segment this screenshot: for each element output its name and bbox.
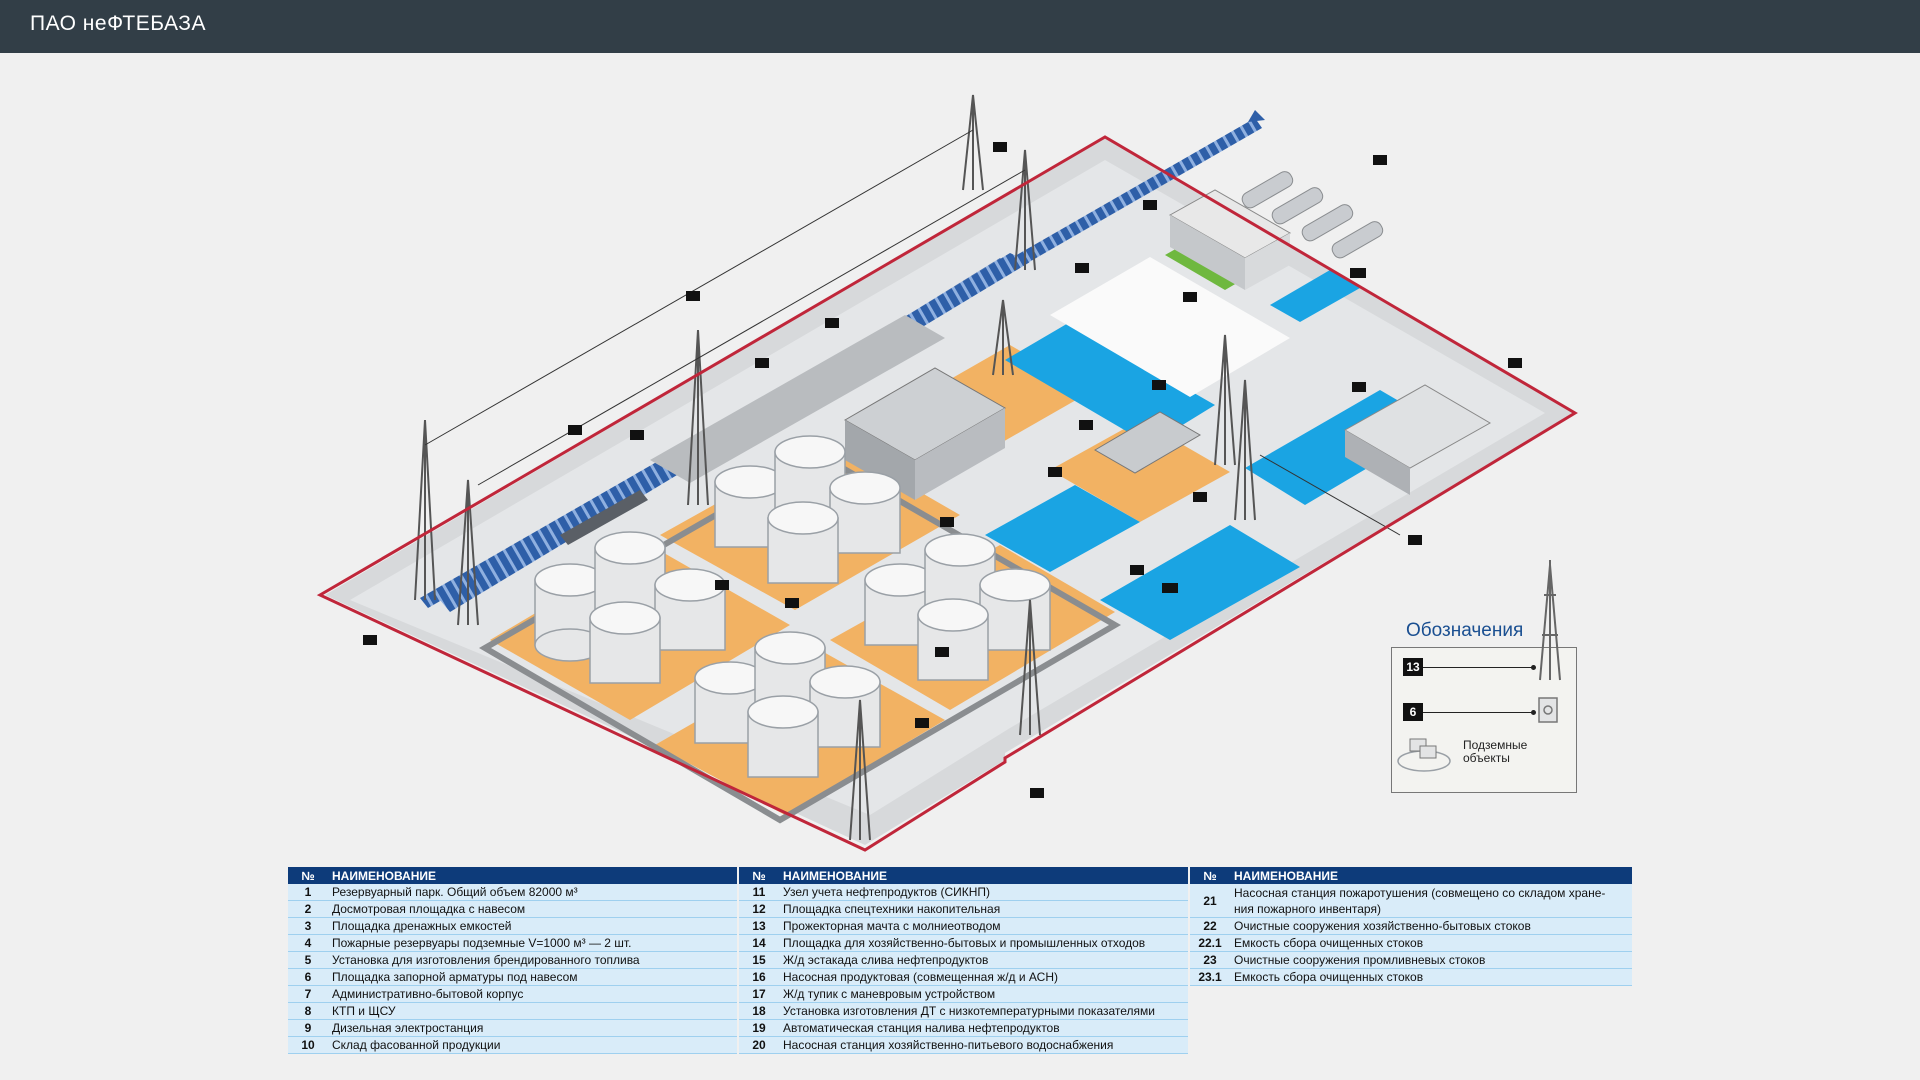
table-row: 12 Площадка спецтехники накопительная	[739, 900, 1188, 918]
table-row: 23 Очистные сооружения промливневых стоко…	[1190, 951, 1632, 969]
railway-arrow	[1248, 110, 1265, 122]
col-no-header: №	[739, 867, 779, 884]
legend-badge-mast: 13	[1403, 658, 1423, 676]
table-row: 16 Насосная продуктовая (совмещенная ж/д …	[739, 968, 1188, 986]
table-row: 15 Ж/д эстакада слива нефтепродуктов	[739, 951, 1188, 969]
table-row: 7 Административно-бытовой корпус	[288, 985, 737, 1003]
table-row: 14 Площадка для хозяйственно-бытовых и пр…	[739, 934, 1188, 952]
col-name-header: НАИМЕНОВАНИЕ	[328, 867, 737, 884]
legend-badge-valve: 6	[1403, 703, 1423, 721]
table-row: 11 Узел учета нефтепродуктов (СИКНП)	[739, 884, 1188, 901]
legend-line-valve	[1423, 712, 1533, 713]
table-row: 8 КТП и ЩСУ	[288, 1002, 737, 1020]
table-row: 20 Насосная станция хозяйственно-питьевог…	[739, 1036, 1188, 1054]
table-row: 4 Пожарные резервуары подземные V=1000 м³…	[288, 934, 737, 952]
legend-table-3: № НАИМЕНОВАНИЕ 21 Насосная станция пожарот…	[1190, 867, 1632, 986]
table-row: 6 Площадка запорной арматуры под навесом	[288, 968, 737, 986]
table-row: 23.1 Емкость сбора очищенных стоков	[1190, 968, 1632, 986]
table-row: 17 Ж/д тупик с маневровым устройством	[739, 985, 1188, 1003]
col-name-header: НАИМЕНОВАНИЕ	[779, 867, 1188, 884]
table-row: 19 Автоматическая станция налива нефтепро…	[739, 1019, 1188, 1037]
table-row: 21 Насосная станция пожаротушения (совмещ…	[1190, 884, 1632, 918]
mast-icon	[1539, 560, 1561, 681]
table-row: 9 Дизельная электростанция	[288, 1019, 737, 1037]
table-row: 22 Очистные сооружения хозяйственно-бытов…	[1190, 917, 1632, 935]
top-bar: ПАО неФТЕБАЗА	[0, 0, 1920, 53]
site-plan-illustration	[316, 94, 1578, 852]
table-row: 5 Установка для изготовления брендированн…	[288, 951, 737, 969]
legend-underground-text-2: объекты	[1463, 751, 1510, 765]
legend-table-2: № НАИМЕНОВАНИЕ 11 Узел учета нефтепродукто…	[739, 867, 1188, 1054]
company-title: ПАО неФТЕБАЗА	[30, 12, 206, 35]
underground-object-icon	[1397, 738, 1451, 772]
legend-title: Обозначения	[1406, 620, 1524, 641]
col-no-header: №	[1190, 867, 1230, 884]
valve-shed-icon	[1538, 697, 1558, 723]
col-name-header: НАИМЕНОВАНИЕ	[1230, 867, 1632, 884]
col-no-header: №	[288, 867, 328, 884]
table-row: 1 Резервуарный парк. Общий объем 82000 м³	[288, 884, 737, 901]
table-row: 13 Прожекторная мачта с молниеотводом	[739, 917, 1188, 935]
table-row: 10 Склад фасованной продукции	[288, 1036, 737, 1054]
legend-line-mast	[1423, 667, 1533, 668]
legend-table-1: № НАИМЕНОВАНИЕ 1 Резервуарный парк. Общий …	[288, 867, 737, 1054]
table-row: 2 Досмотровая площадка с навесом	[288, 900, 737, 918]
table-row: 22.1 Емкость сбора очищенных стоков	[1190, 934, 1632, 952]
table-row: 3 Площадка дренажных емкостей	[288, 917, 737, 935]
table-row: 18 Установка изготовления ДТ с низкотемпе…	[739, 1002, 1188, 1020]
